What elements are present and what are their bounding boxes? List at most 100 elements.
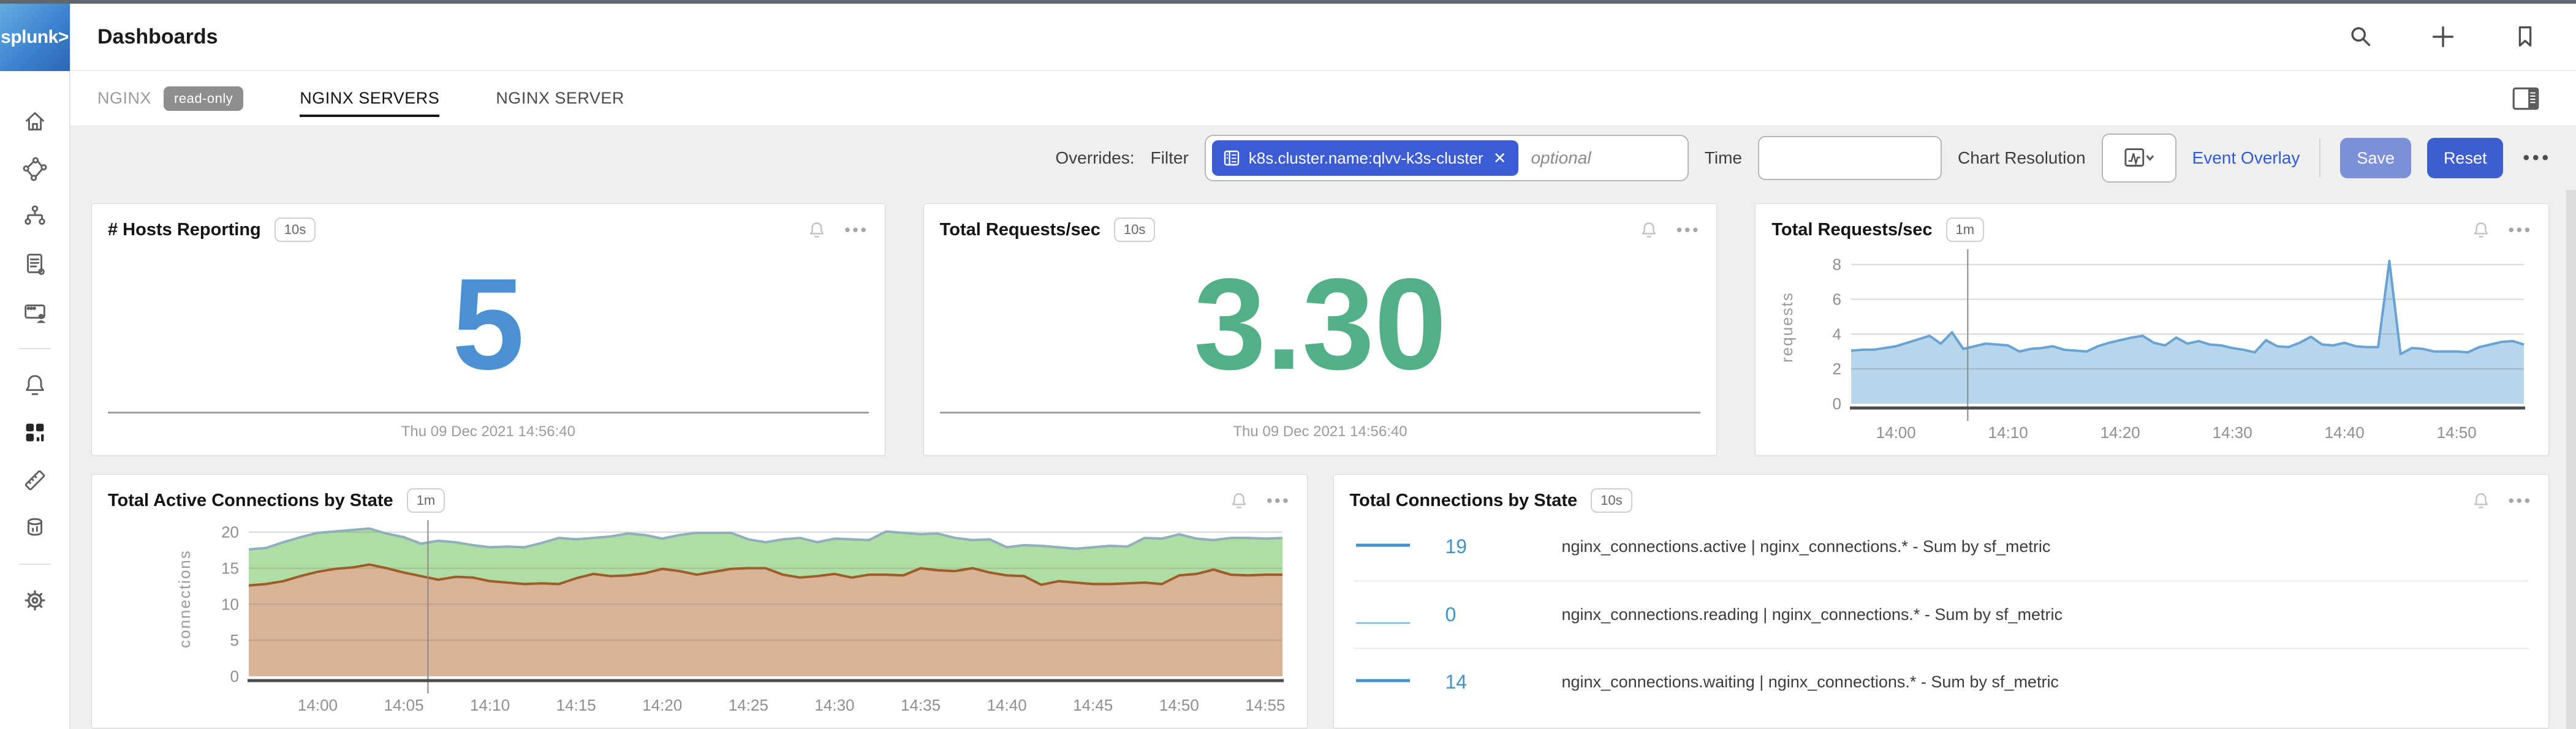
chip-close-icon[interactable]: ✕ <box>1492 149 1508 168</box>
chart-menu-icon[interactable]: ••• <box>1267 491 1290 510</box>
sidebar-item-home[interactable] <box>20 107 50 136</box>
card-active-connections-chart: Total Active Connections by State 1m •••… <box>91 474 1308 728</box>
overrides-bar: Overrides: Filter k8s.cluster.name:qlvv-… <box>70 126 2576 190</box>
chart-menu-icon[interactable]: ••• <box>1676 221 1700 240</box>
service-map-icon <box>21 155 49 183</box>
svg-text:4: 4 <box>1833 325 1841 343</box>
bookmark-icon[interactable] <box>2511 23 2539 51</box>
chart-resolution-label: Chart Resolution <box>1958 148 2086 168</box>
series-swatch <box>1354 600 1445 630</box>
gear-icon <box>21 586 49 614</box>
alert-bell-icon[interactable] <box>806 219 827 240</box>
resolution-badge: 10s <box>1591 488 1632 513</box>
time-label: Time <box>1705 148 1742 168</box>
scrollbar[interactable] <box>2566 190 2576 729</box>
sidebar-item-dashboards[interactable] <box>20 418 50 447</box>
filter-input[interactable]: k8s.cluster.name:qlvv-k3s-cluster ✕ <box>1205 135 1689 181</box>
alert-bell-icon[interactable] <box>1229 490 1249 511</box>
chart-resolution-dropdown[interactable] <box>2102 134 2176 183</box>
chart-menu-icon[interactable]: ••• <box>2509 221 2532 240</box>
sidebar-item-metrics[interactable] <box>20 466 50 495</box>
overrides-more-icon[interactable]: ••• <box>2523 148 2551 168</box>
search-icon[interactable] <box>2347 23 2375 51</box>
svg-text:10: 10 <box>221 595 239 613</box>
filter-chip[interactable]: k8s.cluster.name:qlvv-k3s-cluster ✕ <box>1212 140 1519 176</box>
requests-line-chart[interactable]: 0246814:0014:1014:2014:3014:4014:50reque… <box>1771 242 2532 442</box>
tab-nginx-server[interactable]: NGINX SERVER <box>496 71 624 126</box>
chart-menu-icon[interactable]: ••• <box>844 221 868 240</box>
series-value[interactable]: 14 <box>1445 671 1562 693</box>
svg-text:14:15: 14:15 <box>556 696 596 714</box>
svg-text:2: 2 <box>1833 360 1841 378</box>
list-item: 0 nginx_connections.reading | nginx_conn… <box>1354 580 2529 648</box>
right-panel-toggle-icon[interactable] <box>2510 83 2542 114</box>
card-total-requests-single: Total Requests/sec 10s ••• 3.30 Thu 09 D… <box>923 203 1718 456</box>
svg-text:14:40: 14:40 <box>2325 423 2365 442</box>
add-icon[interactable] <box>2429 23 2457 51</box>
filter-label: Filter <box>1151 148 1189 168</box>
chart-title: Total Requests/sec <box>940 220 1100 240</box>
left-nav-rail: splunk> <box>0 4 70 729</box>
sidebar-item-settings[interactable] <box>20 586 50 615</box>
chart-resolution-icon <box>2124 145 2154 172</box>
app-shell: splunk> <box>0 4 2576 729</box>
tab-nginx[interactable]: NGINX read-only <box>97 71 243 126</box>
event-overlay-link[interactable]: Event Overlay <box>2192 148 2300 168</box>
svg-text:5: 5 <box>230 631 239 649</box>
single-value: 3.30 <box>940 242 1701 412</box>
filter-optional-input[interactable] <box>1531 148 1653 168</box>
svg-text:14:30: 14:30 <box>2213 423 2252 442</box>
chart-menu-icon[interactable]: ••• <box>2509 491 2532 510</box>
time-input[interactable] <box>1758 136 1942 180</box>
top-app-bar: Dashboards <box>70 4 2576 71</box>
chart-title: Total Active Connections by State <box>108 491 393 511</box>
chart-title: Total Connections by State <box>1350 491 1578 511</box>
svg-text:20: 20 <box>221 523 239 542</box>
chart-title: # Hosts Reporting <box>108 220 261 240</box>
svg-text:0: 0 <box>1833 395 1841 413</box>
infrastructure-tree-icon <box>21 203 49 231</box>
resolution-badge: 10s <box>275 217 316 242</box>
card-connections-by-state-list: Total Connections by State 10s ••• 19 ng… <box>1333 474 2550 728</box>
sidebar-item-alerts[interactable] <box>20 370 50 399</box>
browser-user-icon <box>21 298 49 327</box>
alert-bell-icon[interactable] <box>2471 219 2491 240</box>
svg-text:14:20: 14:20 <box>2101 423 2140 442</box>
card-hosts-reporting: # Hosts Reporting 10s ••• 5 Thu 09 Dec 2… <box>91 203 885 456</box>
svg-text:14:25: 14:25 <box>729 696 768 714</box>
sidebar-item-infrastructure[interactable] <box>20 202 50 232</box>
sidebar-item-apm[interactable] <box>20 154 50 184</box>
alert-bell-icon[interactable] <box>1638 219 1659 240</box>
sidebar-item-log-observer[interactable] <box>20 250 50 279</box>
resolution-badge: 10s <box>1114 217 1155 242</box>
svg-text:14:50: 14:50 <box>2437 423 2477 442</box>
card-divider <box>940 412 1701 414</box>
page-title: Dashboards <box>97 25 218 49</box>
svg-text:14:35: 14:35 <box>901 696 941 714</box>
svg-text:14:00: 14:00 <box>1876 423 1916 442</box>
svg-text:14:10: 14:10 <box>470 696 510 714</box>
sidebar-divider <box>19 564 51 565</box>
reset-button[interactable]: Reset <box>2427 138 2504 178</box>
dimension-icon <box>1223 149 1240 167</box>
database-cylinder-icon <box>21 514 49 542</box>
save-button[interactable]: Save <box>2340 138 2411 178</box>
dashboards-grid-icon <box>21 418 49 447</box>
series-label: nginx_connections.active | nginx_connect… <box>1562 537 2529 556</box>
alert-bell-icon[interactable] <box>2471 490 2491 511</box>
series-value[interactable]: 0 <box>1445 603 1562 626</box>
svg-text:8: 8 <box>1833 255 1841 274</box>
tab-nginx-servers[interactable]: NGINX SERVERS <box>300 71 439 126</box>
sidebar-item-rum[interactable] <box>20 298 50 327</box>
svg-text:14:50: 14:50 <box>1159 696 1199 714</box>
resolution-badge: 1m <box>1946 217 1985 242</box>
svg-text:14:20: 14:20 <box>642 696 682 714</box>
svg-text:14:10: 14:10 <box>1988 423 2028 442</box>
sidebar-item-metric-finder[interactable] <box>20 513 50 543</box>
svg-text:14:05: 14:05 <box>384 696 424 714</box>
svg-text:14:45: 14:45 <box>1073 696 1113 714</box>
dashboard-group-tabs: NGINX read-only NGINX SERVERS NGINX SERV… <box>70 71 2576 126</box>
series-value[interactable]: 19 <box>1445 535 1562 558</box>
splunk-logo[interactable]: splunk> <box>0 4 70 71</box>
connections-area-chart[interactable]: 0510152014:0014:0514:1014:1514:2014:2514… <box>108 513 1291 714</box>
